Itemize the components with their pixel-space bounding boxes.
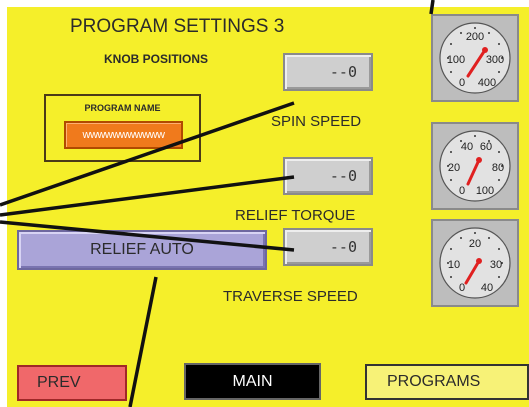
programs-button[interactable]: PROGRAMS [365,364,529,400]
knob-positions-label: KNOB POSITIONS [104,52,209,66]
gauge-tick-label: 60 [480,141,492,153]
gauge-tick-label: 0 [459,185,465,197]
top-border [0,0,529,7]
spin-speed-field[interactable]: --0 [283,53,373,91]
program-name-box: PROGRAM NAME wwwwwwwwwww [44,94,201,162]
gauge-tick-label: 0 [459,77,465,89]
program-name-label: PROGRAM NAME [84,103,161,113]
relief-torque-label: RELIEF TORQUE [235,207,356,224]
main-button[interactable]: MAIN [184,363,321,400]
gauge-tick-label: 100 [447,54,465,66]
gauge-tick-label: 200 [466,31,484,43]
left-border [0,0,7,407]
gauge-tick-label: 40 [481,282,493,294]
relief-torque-field[interactable]: --0 [283,157,373,195]
gauge-tick-label: 0 [459,282,465,294]
relief-torque-gauge: 40 60 20 80 0 100 [431,122,519,210]
gauge-tick-label: 80 [492,162,504,174]
spin-speed-label: SPIN SPEED [271,113,362,130]
gauge-tick-label: 100 [476,185,494,197]
spin-speed-gauge: 200 100 300 0 400 [431,14,519,102]
page-title: PROGRAM SETTINGS 3 [70,16,285,37]
gauge-tick-label: 400 [478,77,496,89]
gauge-tick-label: 20 [448,162,460,174]
traverse-speed-gauge: 20 10 30 0 40 [431,219,519,307]
relief-auto-button[interactable]: RELIEF AUTO [17,230,267,270]
prev-button[interactable]: PREV [17,365,127,401]
gauge-tick-label: 40 [461,141,473,153]
traverse-speed-label: TRAVERSE SPEED [223,288,358,305]
gauge-tick-label: 10 [448,259,460,271]
gauge-tick-label: 30 [490,259,502,271]
gauge-tick-label: 300 [486,54,504,66]
program-name-button[interactable]: wwwwwwwwwww [64,121,183,149]
gauge-tick-label: 20 [469,238,481,250]
traverse-speed-field[interactable]: --0 [283,228,373,266]
